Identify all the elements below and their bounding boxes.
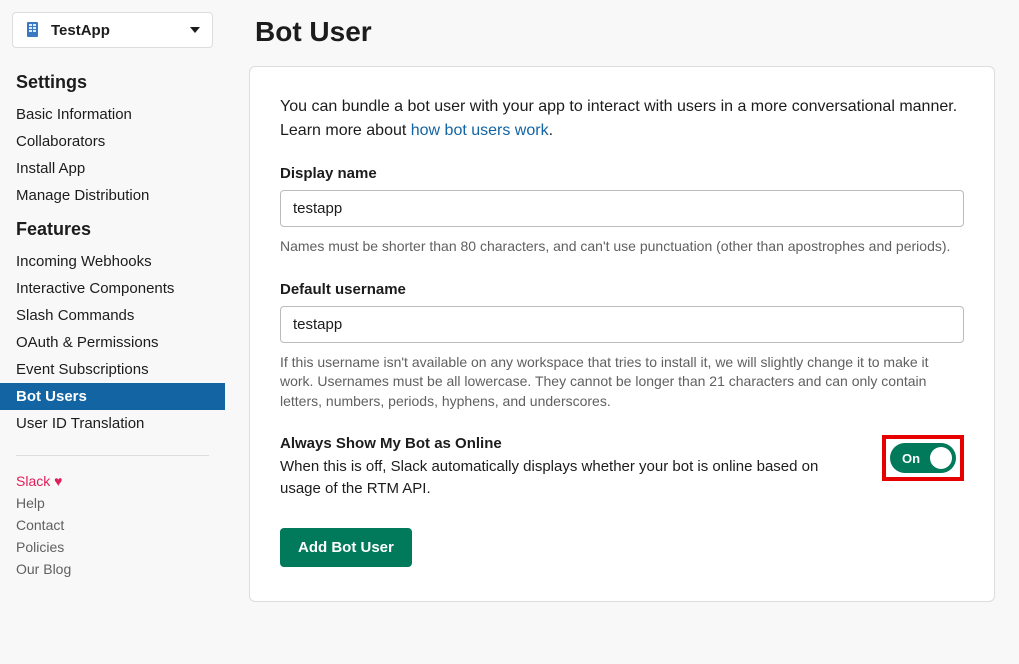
sidebar-item-label: Event Subscriptions (16, 361, 149, 378)
sidebar-section: Settings Basic Information Collaborators… (0, 62, 225, 209)
link-how-bot-users-work[interactable]: how bot users work (411, 122, 549, 139)
bot-user-card: You can bundle a bot user with your app … (249, 66, 995, 602)
footer-link-label: Policies (16, 539, 64, 555)
footer-link-help[interactable]: Help (0, 492, 225, 514)
display-name-input[interactable] (280, 190, 964, 227)
sidebar-item-user-id-translation[interactable]: User ID Translation (0, 410, 225, 437)
always-online-desc: When this is off, Slack automatically di… (280, 456, 852, 500)
always-online-row: Always Show My Bot as Online When this i… (280, 435, 964, 500)
page-title: Bot User (249, 16, 995, 48)
footer-link-policies[interactable]: Policies (0, 536, 225, 558)
sidebar-item-label: Collaborators (16, 133, 105, 150)
footer-link-label: Slack (16, 473, 50, 489)
sidebar-item-label: Incoming Webhooks (16, 253, 152, 270)
footer-link-label: Help (16, 495, 45, 511)
caret-down-icon (190, 27, 200, 33)
sidebar-item-incoming-webhooks[interactable]: Incoming Webhooks (0, 248, 225, 275)
default-username-input[interactable] (280, 306, 964, 343)
sidebar-item-bot-users[interactable]: Bot Users (0, 383, 225, 410)
sidebar: TestApp Settings Basic Information Colla… (0, 0, 225, 664)
sidebar-header-features: Features (0, 209, 225, 248)
display-name-field: Display name Names must be shorter than … (280, 165, 964, 257)
add-bot-user-button[interactable]: Add Bot User (280, 528, 412, 567)
intro-after: . (549, 122, 553, 139)
footer-link-contact[interactable]: Contact (0, 514, 225, 536)
sidebar-item-label: OAuth & Permissions (16, 334, 159, 351)
sidebar-item-label: Bot Users (16, 388, 87, 405)
default-username-label: Default username (280, 281, 964, 298)
sidebar-item-label: Interactive Components (16, 280, 174, 297)
intro-text: You can bundle a bot user with your app … (280, 95, 964, 143)
intro-before: You can bundle a bot user with your app … (280, 98, 957, 139)
sidebar-divider (16, 455, 209, 456)
default-username-helper: If this username isn't available on any … (280, 353, 964, 412)
sidebar-item-interactive-components[interactable]: Interactive Components (0, 275, 225, 302)
sidebar-item-manage-distribution[interactable]: Manage Distribution (0, 182, 225, 209)
footer-link-slack[interactable]: Slack ♥ (0, 470, 225, 492)
footer-link-label: Our Blog (16, 561, 71, 577)
highlight-box: On (882, 435, 964, 481)
display-name-helper: Names must be shorter than 80 characters… (280, 237, 964, 257)
sidebar-item-label: Install App (16, 160, 85, 177)
app-selector-name: TestApp (51, 22, 110, 39)
footer-link-our-blog[interactable]: Our Blog (0, 558, 225, 580)
always-online-title: Always Show My Bot as Online (280, 435, 852, 452)
heart-icon: ♥ (54, 473, 62, 489)
sidebar-item-slash-commands[interactable]: Slash Commands (0, 302, 225, 329)
sidebar-item-label: Basic Information (16, 106, 132, 123)
sidebar-item-label: Manage Distribution (16, 187, 149, 204)
sidebar-item-oauth-permissions[interactable]: OAuth & Permissions (0, 329, 225, 356)
sidebar-header-settings: Settings (0, 62, 225, 101)
sidebar-item-collaborators[interactable]: Collaborators (0, 128, 225, 155)
main-content: Bot User You can bundle a bot user with … (225, 0, 1019, 664)
toggle-knob (930, 447, 952, 469)
sidebar-item-basic-information[interactable]: Basic Information (0, 101, 225, 128)
footer-link-label: Contact (16, 517, 64, 533)
default-username-field: Default username If this username isn't … (280, 281, 964, 412)
app-icon (25, 21, 43, 39)
app-selector[interactable]: TestApp (12, 12, 213, 48)
sidebar-section: Features Incoming Webhooks Interactive C… (0, 209, 225, 437)
toggle-label: On (890, 451, 920, 466)
display-name-label: Display name (280, 165, 964, 182)
sidebar-item-label: User ID Translation (16, 415, 144, 432)
always-online-toggle[interactable]: On (890, 443, 956, 473)
sidebar-item-event-subscriptions[interactable]: Event Subscriptions (0, 356, 225, 383)
sidebar-item-label: Slash Commands (16, 307, 134, 324)
sidebar-item-install-app[interactable]: Install App (0, 155, 225, 182)
